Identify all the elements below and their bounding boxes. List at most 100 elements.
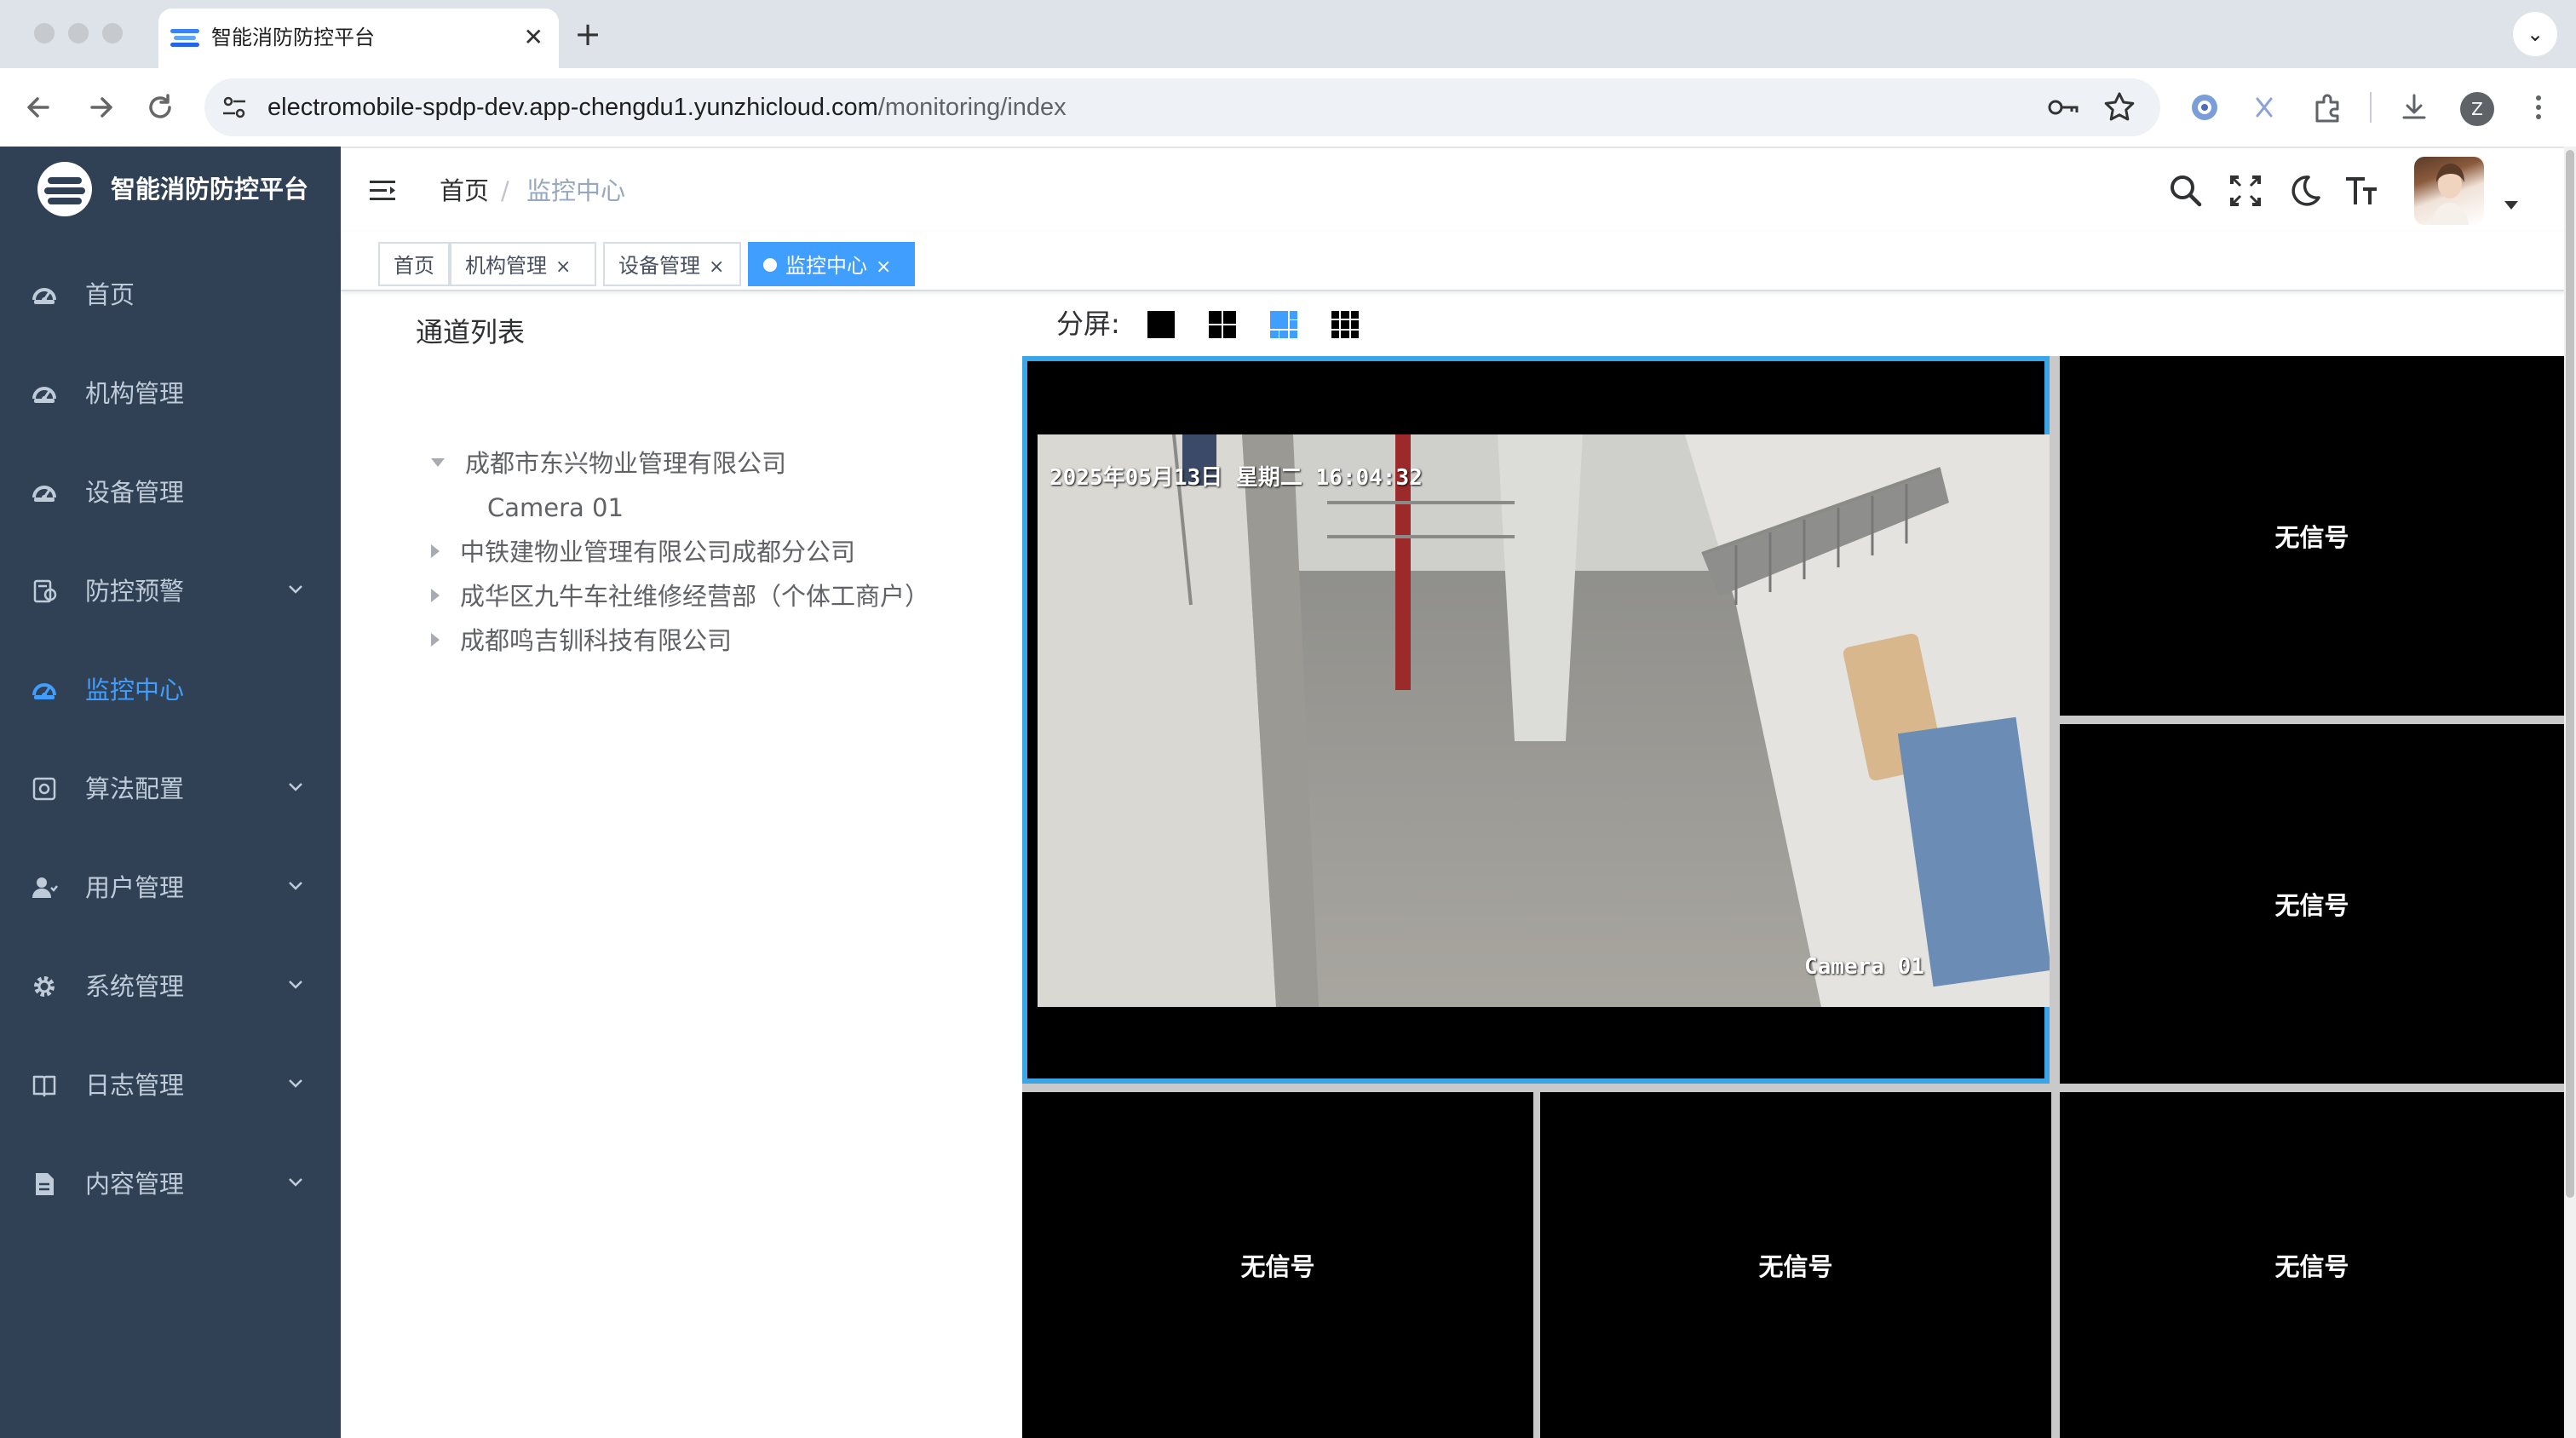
- address-bar[interactable]: electromobile-spdp-dev.app-chengdu1.yunz…: [204, 78, 2160, 136]
- window-maximize-icon[interactable]: [102, 23, 123, 43]
- sidebar-item-7[interactable]: 系统管理: [0, 939, 341, 1034]
- document-icon: [31, 1171, 58, 1198]
- video-osd-camera: Camera 01: [1804, 954, 1924, 980]
- forward-icon[interactable]: [80, 87, 121, 128]
- download-icon[interactable]: [2395, 89, 2433, 126]
- sidebar-item-2[interactable]: 设备管理: [0, 445, 341, 540]
- tag-close-icon[interactable]: ×: [555, 256, 571, 278]
- video-cell-6[interactable]: 无信号: [2060, 1092, 2564, 1438]
- sidebar-item-0[interactable]: 首页: [0, 247, 341, 342]
- window-minimize-icon[interactable]: [68, 23, 89, 43]
- no-signal-text: 无信号: [2274, 523, 2349, 552]
- bookmark-star-icon[interactable]: [2101, 89, 2138, 126]
- video-osd-datetime: 2025年05月13日 星期二 16:04:32: [1049, 465, 1423, 491]
- video-cell-3[interactable]: 无信号: [2060, 724, 2564, 1084]
- split-6-icon[interactable]: [1269, 310, 1298, 339]
- breadcrumb-home[interactable]: 首页: [440, 172, 489, 210]
- tree-node-label: 成都鸣吉钏科技有限公司: [460, 626, 733, 655]
- fullscreen-icon[interactable]: [2225, 170, 2266, 211]
- new-tab-button[interactable]: +: [569, 15, 607, 53]
- sidebar-item-9[interactable]: 内容管理: [0, 1136, 341, 1232]
- tag-label: 首页: [394, 254, 434, 278]
- user-avatar[interactable]: [2414, 157, 2484, 225]
- no-signal-text: 无信号: [1240, 1252, 1315, 1281]
- user-icon: [31, 874, 58, 901]
- tag-2[interactable]: 设备管理 ×: [603, 242, 741, 286]
- sidebar-item-1[interactable]: 机构管理: [0, 346, 341, 441]
- url-path: /monitoring/index: [877, 94, 1067, 121]
- site-info-icon[interactable]: [220, 93, 249, 122]
- window-close-icon[interactable]: [34, 23, 55, 43]
- tree-node[interactable]: 成华区九牛车社维修经营部（个体工商户）: [431, 574, 929, 618]
- hamburger-icon[interactable]: [368, 175, 399, 206]
- sidebar-item-label: 用户管理: [85, 873, 185, 902]
- caret-right-icon[interactable]: [431, 589, 440, 602]
- sidebar-item-label: 算法配置: [85, 774, 185, 803]
- tree-node-label: 成华区九牛车社维修经营部（个体工商户）: [460, 582, 930, 611]
- alert-icon: [31, 578, 58, 605]
- search-icon[interactable]: [2165, 170, 2206, 211]
- video-cell-main[interactable]: 2025年05月13日 星期二 16:04:32 Camera 01: [1022, 356, 2050, 1084]
- breadcrumb-separator: /: [501, 176, 509, 205]
- sidebar-item-5[interactable]: 算法配置: [0, 741, 341, 837]
- split-4-icon[interactable]: [1208, 310, 1237, 339]
- password-key-icon[interactable]: [2044, 89, 2082, 126]
- no-signal-text: 无信号: [2274, 891, 2349, 920]
- tag-close-icon[interactable]: ×: [709, 256, 724, 278]
- font-size-icon[interactable]: [2341, 170, 2382, 211]
- video-cell-5[interactable]: 无信号: [1540, 1092, 2051, 1438]
- sidebar-item-6[interactable]: 用户管理: [0, 840, 341, 935]
- extension-icon[interactable]: [2309, 89, 2346, 126]
- page-scrollbar-thumb[interactable]: [2566, 150, 2574, 1198]
- sidebar-item-label: 设备管理: [85, 478, 185, 507]
- logo-icon: [37, 162, 92, 216]
- url-host: electromobile-spdp-dev.app-chengdu1.yunz…: [267, 94, 878, 121]
- algorithm-icon: [31, 775, 58, 802]
- tag-3[interactable]: 监控中心 ×: [748, 242, 915, 286]
- caret-right-icon[interactable]: [431, 633, 440, 647]
- book-icon: [31, 1072, 58, 1099]
- tree-leaf-camera[interactable]: Camera 01: [487, 486, 624, 530]
- split-9-icon[interactable]: [1331, 310, 1360, 339]
- sidebar-item-label: 防控预警: [85, 577, 185, 606]
- tree-node[interactable]: 中铁建物业管理有限公司成都分公司: [431, 530, 855, 574]
- sidebar-item-8[interactable]: 日志管理: [0, 1038, 341, 1133]
- tag-close-icon[interactable]: ×: [876, 256, 891, 278]
- tab-title: 智能消防防控平台: [211, 26, 375, 49]
- profile-avatar[interactable]: Z: [2460, 92, 2494, 126]
- reload-icon[interactable]: [140, 87, 181, 128]
- camera-video-feed[interactable]: 2025年05月13日 星期二 16:04:32 Camera 01: [1038, 434, 2050, 1007]
- sidebar-title: 智能消防防控平台: [111, 175, 309, 204]
- menu-dots-icon[interactable]: [2520, 89, 2557, 126]
- tag-1[interactable]: 机构管理 ×: [450, 242, 596, 286]
- translate-extension-icon[interactable]: [2245, 89, 2283, 126]
- chevron-down-icon: [286, 1172, 305, 1191]
- video-cell-2[interactable]: 无信号: [2060, 356, 2564, 716]
- sidebar-item-3[interactable]: 防控预警: [0, 544, 341, 639]
- tree-node[interactable]: 成都鸣吉钏科技有限公司: [431, 618, 732, 663]
- dark-mode-moon-icon[interactable]: [2283, 170, 2324, 211]
- avatar-dropdown-caret-icon[interactable]: [2504, 201, 2518, 210]
- browser-tab[interactable]: 智能消防防控平台 ✕: [158, 9, 559, 68]
- sidebar-item-label: 日志管理: [85, 1071, 185, 1100]
- sidebar-item-label: 内容管理: [85, 1170, 185, 1199]
- tree-node-label: 成都市东兴物业管理有限公司: [465, 449, 787, 478]
- tab-search-button[interactable]: ⌄: [2513, 12, 2557, 56]
- sidebar-item-4[interactable]: 监控中心: [0, 642, 341, 738]
- chevron-down-icon: [286, 876, 305, 894]
- tag-label: 机构管理: [465, 254, 547, 278]
- sidebar-item-label: 监控中心: [85, 676, 185, 705]
- tree-node[interactable]: 成都市东兴物业管理有限公司: [431, 441, 786, 486]
- caret-down-icon[interactable]: [431, 458, 445, 467]
- caret-right-icon[interactable]: [431, 544, 440, 558]
- dashboard-icon: [31, 281, 58, 308]
- split-1-icon[interactable]: [1147, 310, 1176, 339]
- tree-node-label: 中铁建物业管理有限公司成都分公司: [460, 538, 856, 567]
- tag-0[interactable]: 首页: [378, 242, 450, 286]
- tag-label: 监控中心: [785, 254, 867, 278]
- browser-tab-bar: 智能消防防控平台 ✕ + ⌄: [0, 0, 2576, 68]
- video-cell-4[interactable]: 无信号: [1022, 1092, 1533, 1438]
- back-icon[interactable]: [19, 87, 60, 128]
- tab-close-icon[interactable]: ✕: [524, 20, 543, 55]
- sync-extension-icon[interactable]: [2186, 89, 2223, 126]
